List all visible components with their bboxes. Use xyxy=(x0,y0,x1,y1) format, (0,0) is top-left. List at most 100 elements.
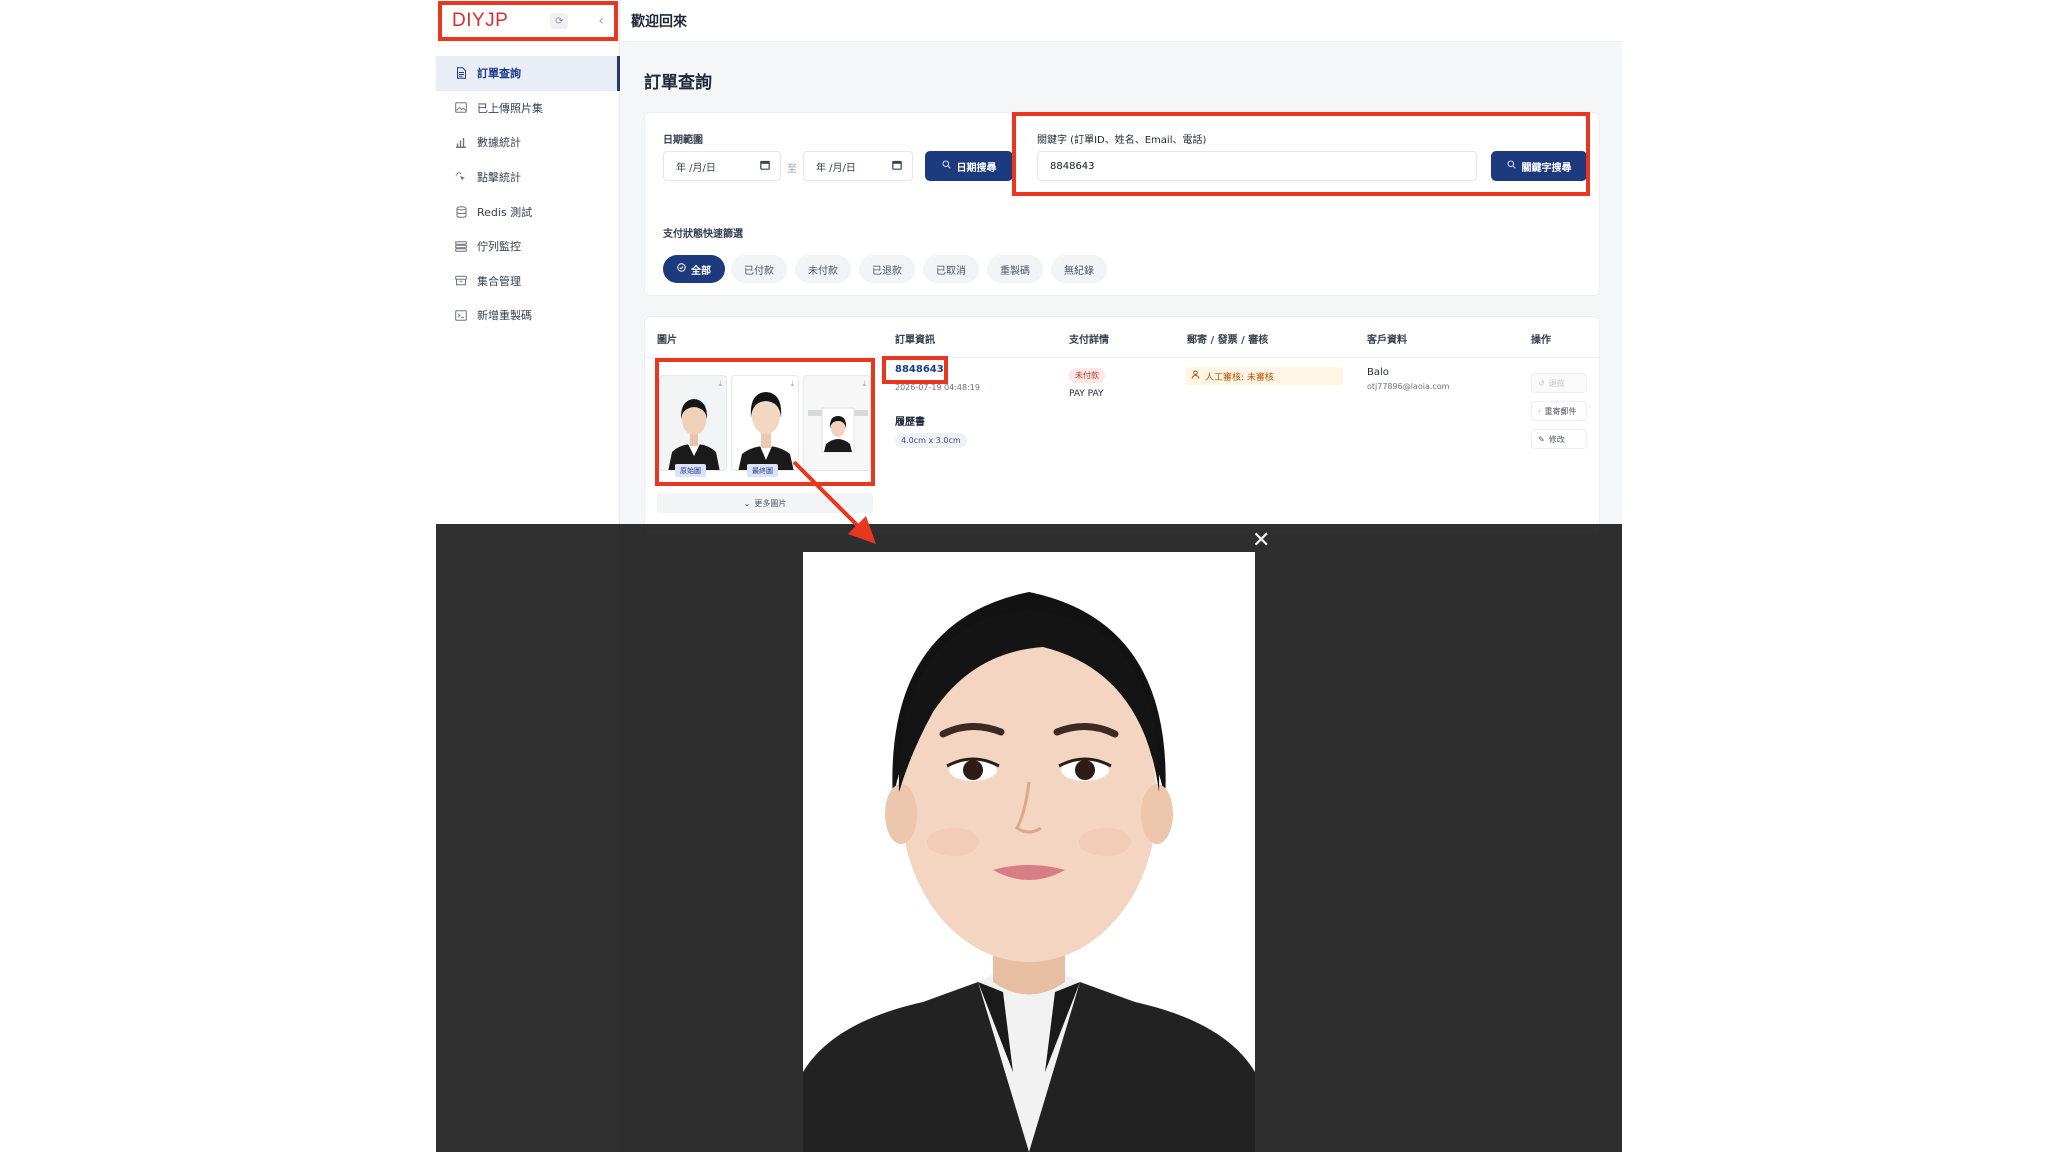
queue-icon xyxy=(454,240,468,252)
mail-icon: · xyxy=(1538,406,1541,416)
sidebar-item-label: 新增重製碼 xyxy=(477,309,532,323)
portrait-thumbnail xyxy=(660,376,726,470)
status-pill-refunded[interactable]: 已退款 xyxy=(859,255,915,283)
refund-button[interactable]: ↺ 退款 xyxy=(1531,373,1587,393)
date-range-label: 日期範圍 xyxy=(663,135,703,146)
customer-email: otj77896@laoia.com xyxy=(1367,382,1450,391)
date-end-input[interactable]: 年 /月/日 xyxy=(803,151,913,181)
sidebar-item-label: 已上傳照片集 xyxy=(477,101,543,115)
check-circle-icon xyxy=(677,263,686,275)
refund-label: 退款 xyxy=(1548,378,1565,388)
thumbnail-print-layout[interactable]: ⤓ xyxy=(803,375,871,471)
download-icon[interactable]: ⤓ xyxy=(718,379,722,389)
sidebar-item-label: 數據統計 xyxy=(477,136,521,150)
col-header-payment: 支付詳情 xyxy=(1069,335,1109,346)
collapse-icon[interactable]: ‹ xyxy=(598,13,604,29)
review-status-badge: 人工審核: 未審核 xyxy=(1185,367,1343,385)
date-search-button[interactable]: 日期搜尋 xyxy=(925,151,1013,181)
sidebar-item-label: Redis 測試 xyxy=(477,205,533,219)
preview-photo xyxy=(803,552,1255,1152)
thumbnail-original[interactable]: ⤓ xyxy=(659,375,727,471)
edit-icon: ✎ xyxy=(1538,434,1545,444)
refresh-icon[interactable]: ⟳ xyxy=(550,13,569,29)
order-doc-type: 履歷書 xyxy=(895,417,925,428)
sidebar-item-queue[interactable]: 佇列監控 xyxy=(436,229,620,264)
refund-icon: ↺ xyxy=(1538,378,1545,388)
status-pill-label: 全部 xyxy=(691,265,711,277)
status-pill-remake-code[interactable]: 重製碼 xyxy=(987,255,1043,283)
col-header-customer: 客戶資料 xyxy=(1367,335,1407,346)
chevron-down-icon: ⌄ xyxy=(743,498,751,508)
calendar-icon[interactable] xyxy=(892,160,902,173)
status-pill-label: 重製碼 xyxy=(1000,265,1030,277)
keyword-search-label: 關鍵字搜尋 xyxy=(1521,162,1572,174)
date-end-value: 年 /月/日 xyxy=(816,162,856,174)
keyword-search-button[interactable]: 關鍵字搜尋 xyxy=(1491,151,1587,181)
payment-method: PAY PAY xyxy=(1069,389,1104,399)
order-size-badge: 4.0cm x 3.0cm xyxy=(895,433,967,448)
status-pill-label: 已付款 xyxy=(744,265,774,277)
document-icon xyxy=(454,67,468,79)
sidebar-item-photos[interactable]: 已上傳照片集 xyxy=(436,91,620,126)
sidebar-item-label: 訂單查詢 xyxy=(477,67,521,81)
resend-email-button[interactable]: · 重寄郵件 xyxy=(1531,401,1587,421)
orders-table: 圖片 訂單資訊 支付詳情 郵寄 / 發票 / 審核 客戶資料 操作 ⤓ ⤓ ⤓ … xyxy=(644,316,1601,536)
brand-logo[interactable]: DIYJP xyxy=(452,10,508,32)
more-images-button[interactable]: ⌄ 更多圖片 xyxy=(657,493,873,513)
keyword-search-input[interactable]: 8848643 xyxy=(1037,151,1477,181)
sidebar-item-label: 集合管理 xyxy=(477,274,521,288)
status-pill-label: 無紀錄 xyxy=(1064,265,1094,277)
image-icon xyxy=(454,102,468,114)
portrait-thumbnail xyxy=(804,376,870,470)
order-time: 2026-07-19 04:48:19 xyxy=(895,383,980,392)
status-pill-paid[interactable]: 已付款 xyxy=(731,255,787,283)
brand-bar: DIYJP ⟳ ‹ xyxy=(440,2,616,40)
sidebar-item-orders[interactable]: 訂單查詢 xyxy=(436,56,620,91)
date-start-input[interactable]: 年 /月/日 xyxy=(663,151,781,181)
sidebar-item-collections[interactable]: 集合管理 xyxy=(436,264,620,299)
status-pill-unpaid[interactable]: 未付款 xyxy=(795,255,851,283)
image-tag-original: 原始圖 xyxy=(675,464,706,477)
edit-label: 修改 xyxy=(1548,434,1565,444)
review-status-text: 人工審核: 未審核 xyxy=(1205,372,1274,383)
welcome-text: 歡迎回來 xyxy=(631,13,687,30)
sidebar-item-clicks[interactable]: 點擊統計 xyxy=(436,160,620,195)
resend-email-label: 重寄郵件 xyxy=(1544,406,1577,416)
status-pill-cancelled[interactable]: 已取消 xyxy=(923,255,979,283)
download-icon[interactable]: ⤓ xyxy=(790,379,794,389)
user-icon xyxy=(1191,370,1200,382)
sidebar-item-new-code[interactable]: 新增重製碼 xyxy=(436,298,620,333)
calendar-icon[interactable] xyxy=(760,160,770,173)
image-tag-final: 最終圖 xyxy=(747,464,778,477)
top-header: 歡迎回來 xyxy=(621,0,1622,42)
col-header-shipping-review: 郵寄 / 發票 / 審核 xyxy=(1187,335,1269,346)
close-icon[interactable]: ✕ xyxy=(1252,530,1270,552)
date-start-value: 年 /月/日 xyxy=(676,162,716,174)
page-title: 訂單查詢 xyxy=(644,73,712,93)
status-pill-no-record[interactable]: 無紀錄 xyxy=(1051,255,1107,283)
sidebar-nav: 訂單查詢 已上傳照片集 數據統計 點擊統計 Redis 測試 佇列監控 集合管理… xyxy=(436,56,620,333)
thumbnail-final[interactable]: ⤓ xyxy=(731,375,799,471)
col-header-images: 圖片 xyxy=(657,335,677,346)
sidebar-item-redis[interactable]: Redis 測試 xyxy=(436,194,620,229)
keyword-label: 關鍵字 (訂單ID、姓名、Email、電話) xyxy=(1037,135,1207,146)
edit-button[interactable]: ✎ 修改 xyxy=(1531,429,1587,449)
order-id-link[interactable]: 8848643 xyxy=(895,364,944,375)
terminal-icon xyxy=(454,309,468,321)
sidebar-item-stats[interactable]: 數據統計 xyxy=(436,125,620,160)
status-pill-label: 未付款 xyxy=(808,265,838,277)
box-icon xyxy=(454,275,468,287)
customer-name: Balo xyxy=(1367,367,1389,378)
portrait-thumbnail xyxy=(732,376,798,470)
col-header-actions: 操作 xyxy=(1531,335,1551,346)
more-images-label: 更多圖片 xyxy=(754,498,787,508)
portrait-photo xyxy=(803,552,1255,1152)
click-icon xyxy=(454,171,468,183)
date-search-label: 日期搜尋 xyxy=(956,162,997,174)
image-preview-overlay[interactable]: ✕ xyxy=(436,524,1622,1152)
keyword-value: 8848643 xyxy=(1050,160,1095,172)
status-pill-label: 已取消 xyxy=(936,265,966,277)
sidebar-item-label: 佇列監控 xyxy=(477,240,521,254)
download-icon[interactable]: ⤓ xyxy=(862,379,866,389)
status-pill-all[interactable]: 全部 xyxy=(663,255,725,283)
